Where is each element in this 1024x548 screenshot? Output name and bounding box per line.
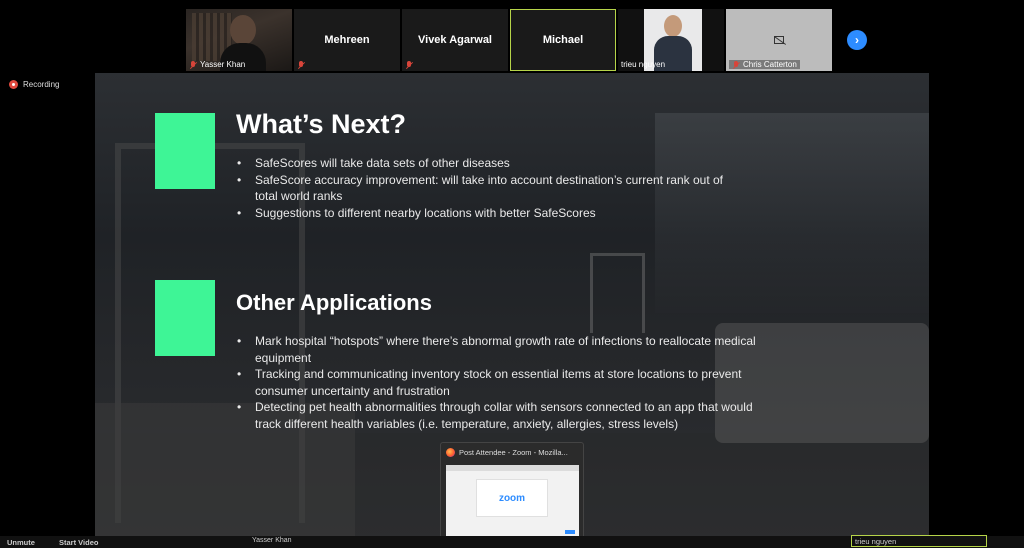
recording-icon bbox=[9, 80, 18, 89]
recording-indicator[interactable]: Recording bbox=[9, 80, 59, 89]
participant-tile-mehreen[interactable]: Mehreen bbox=[294, 9, 400, 71]
list-item: SafeScores will take data sets of other … bbox=[235, 155, 735, 172]
window-preview[interactable]: Post Attendee - Zoom - Mozilla... zoom bbox=[440, 442, 584, 540]
accent-square bbox=[155, 280, 215, 356]
preview-title: Post Attendee - Zoom - Mozilla... bbox=[459, 448, 568, 457]
participant-name: Vivek Agarwal bbox=[418, 34, 492, 46]
mic-muted-icon bbox=[405, 61, 413, 69]
participant-tile-michael[interactable]: Michael bbox=[510, 9, 616, 71]
thumbnail-button bbox=[565, 530, 575, 534]
participant-caption bbox=[405, 61, 413, 69]
zoom-meeting-window: Yasser Khan Mehreen Vivek Agarwal Michae… bbox=[0, 0, 1024, 548]
list-item: Tracking and communicating inventory sto… bbox=[235, 366, 775, 399]
mic-muted-icon bbox=[732, 60, 740, 69]
chevron-right-icon[interactable]: › bbox=[847, 30, 867, 50]
participant-name: Mehreen bbox=[324, 34, 370, 46]
camera-off-icon bbox=[774, 36, 784, 44]
participant-head bbox=[664, 15, 682, 37]
participant-head bbox=[230, 15, 256, 45]
self-caption: Yasser Khan bbox=[252, 537, 292, 544]
unmute-button[interactable]: Unmute bbox=[7, 538, 35, 547]
thumbnail-toolbar bbox=[446, 465, 579, 471]
other-applications-list: Mark hospital “hotspots” where there’s a… bbox=[235, 333, 775, 433]
mic-muted-icon bbox=[189, 60, 197, 69]
participant-caption: trieu nguyen bbox=[621, 60, 666, 69]
participant-caption: Yasser Khan bbox=[189, 60, 245, 69]
background-frame bbox=[590, 253, 645, 333]
preview-thumbnail: zoom bbox=[446, 465, 579, 537]
participant-tile-yasser-khan[interactable]: Yasser Khan bbox=[186, 9, 292, 71]
participant-strip: Yasser Khan Mehreen Vivek Agarwal Michae… bbox=[186, 9, 832, 71]
participant-name: Michael bbox=[542, 34, 584, 46]
list-item: Suggestions to different nearby location… bbox=[235, 205, 735, 222]
participant-tile-vivek-agarwal[interactable]: Vivek Agarwal bbox=[402, 9, 508, 71]
active-speaker-label: trieu nguyen bbox=[851, 535, 987, 547]
list-item: Detecting pet health abnormalities throu… bbox=[235, 399, 775, 432]
participant-tile-trieu-nguyen[interactable]: trieu nguyen bbox=[618, 9, 724, 71]
firefox-icon bbox=[446, 448, 455, 457]
section-title-whats-next: What’s Next? bbox=[236, 109, 407, 139]
start-video-button[interactable]: Start Video bbox=[59, 538, 98, 547]
section-title-other-applications: Other Applications bbox=[236, 290, 432, 315]
zoom-logo: zoom bbox=[476, 479, 548, 517]
preview-header: Post Attendee - Zoom - Mozilla... bbox=[441, 443, 583, 462]
participant-caption bbox=[297, 61, 305, 69]
mic-muted-icon bbox=[297, 61, 305, 69]
participant-caption: Chris Catterton bbox=[729, 60, 800, 69]
list-item: Mark hospital “hotspots” where there’s a… bbox=[235, 333, 775, 366]
whats-next-list: SafeScores will take data sets of other … bbox=[235, 155, 735, 221]
recording-label: Recording bbox=[23, 80, 60, 89]
accent-square bbox=[155, 113, 215, 189]
participant-tile-chris-catterton[interactable]: Chris Catterton bbox=[726, 9, 832, 71]
list-item: SafeScore accuracy improvement: will tak… bbox=[235, 172, 735, 205]
